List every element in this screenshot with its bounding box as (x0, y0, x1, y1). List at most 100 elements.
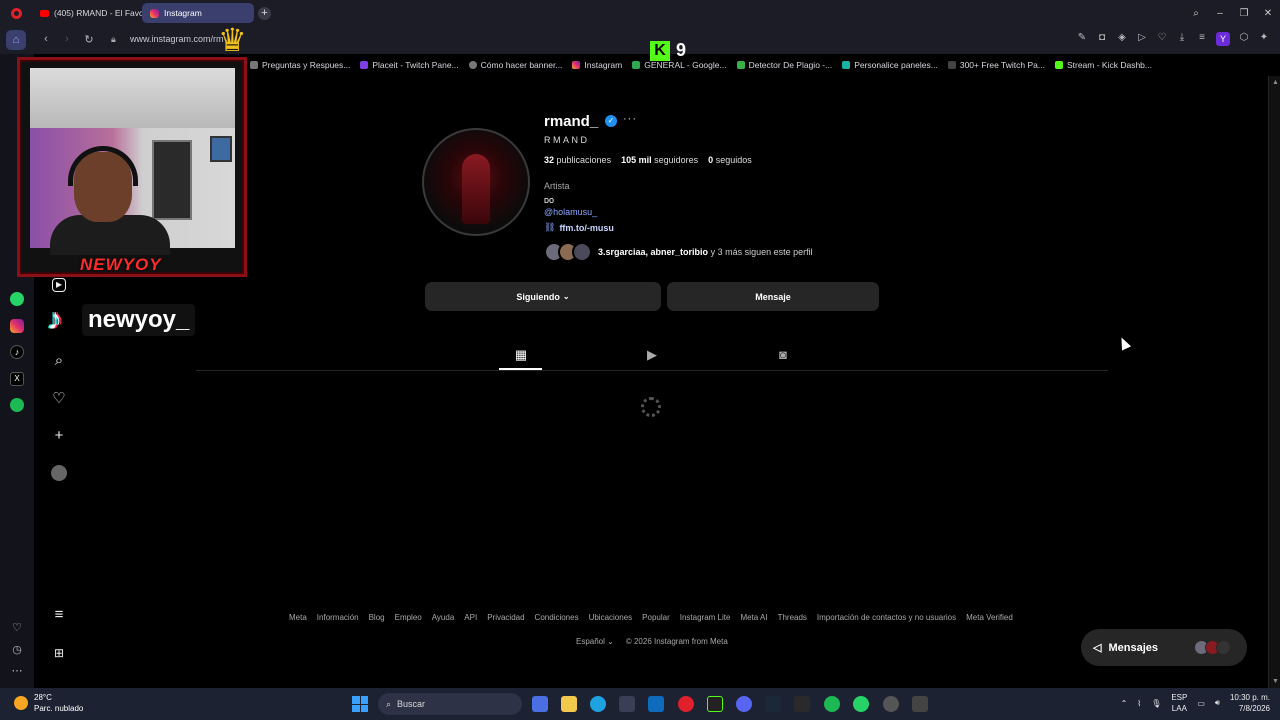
options-icon[interactable]: ··· (623, 113, 637, 125)
reels-icon[interactable]: ▸ (52, 278, 66, 292)
tab-instagram[interactable]: Instagram (142, 3, 254, 23)
url-field[interactable]: www.instagram.com/rm (130, 34, 224, 44)
store-icon[interactable] (619, 696, 635, 712)
tab-reels-icon[interactable]: ▶︎ (642, 345, 662, 365)
epic-games-icon[interactable] (794, 696, 810, 712)
footer-link[interactable]: Ubicaciones (589, 613, 633, 622)
following-button[interactable]: Siguiendo ⌄ (425, 282, 661, 311)
weather-widget[interactable]: 28°C Parc. nublado (14, 692, 83, 714)
footer-link[interactable]: Importación de contactos y no usuarios (817, 613, 956, 622)
network-icon[interactable]: ⌇ (1137, 699, 1141, 708)
display-icon[interactable]: ▭ (1197, 699, 1205, 708)
footer-link[interactable]: API (464, 613, 477, 622)
x-icon[interactable]: X (10, 372, 24, 386)
search-tabs-icon[interactable]: ⌕ (1184, 8, 1208, 19)
create-icon[interactable]: + (50, 427, 68, 445)
file-explorer-icon[interactable] (561, 696, 577, 712)
edit-icon[interactable]: ✎ (1076, 32, 1088, 46)
extensions-icon[interactable]: ⬡ (1238, 32, 1250, 46)
apps-icon[interactable]: ⊞ (50, 644, 68, 662)
ai-icon[interactable]: ✦ (1258, 32, 1270, 46)
profile-avatar[interactable] (422, 128, 530, 236)
windows-start-icon[interactable] (352, 696, 368, 712)
restore-icon[interactable]: ❐ (1232, 8, 1256, 19)
instagram-icon[interactable] (10, 319, 24, 333)
bio-mention-link[interactable]: @holamusu_ (544, 207, 597, 217)
footer-link[interactable]: Condiciones (535, 613, 579, 622)
tab-tagged-icon[interactable]: ◙ (773, 345, 793, 365)
obs-icon[interactable] (883, 696, 899, 712)
notifications-heart-icon[interactable]: ♡ (50, 390, 68, 408)
forward-icon[interactable]: › (60, 33, 74, 45)
followers-stat[interactable]: 105 mil seguidores (621, 155, 698, 165)
language-indicator[interactable]: ESP LAA (1171, 692, 1187, 714)
footer-link[interactable]: Instagram Lite (680, 613, 731, 622)
tab-youtube[interactable]: (405) RMAND - El Favorit (32, 3, 142, 23)
bookmark-item[interactable]: Stream - Kick Dashb... (1054, 60, 1152, 70)
download-icon[interactable]: ⤓ (1176, 32, 1188, 46)
more-icon[interactable]: ⋯ (10, 664, 24, 678)
play-icon[interactable]: ▷ (1136, 32, 1148, 46)
bookmark-item[interactable]: Personalice paneles... (842, 60, 938, 70)
opera-menu-icon[interactable] (0, 0, 32, 26)
steam-icon[interactable] (765, 696, 781, 712)
tiktok-icon[interactable]: ♪ (10, 345, 24, 359)
language-select[interactable]: Español ⌄ (576, 637, 614, 646)
whatsapp-icon[interactable] (853, 696, 869, 712)
camera-icon[interactable]: ◘ (1096, 32, 1108, 46)
discord-icon[interactable] (736, 696, 752, 712)
message-button[interactable]: Mensaje (667, 282, 879, 311)
posts-stat[interactable]: 32 publicaciones (544, 155, 611, 165)
app-icon[interactable] (912, 696, 928, 712)
opera-icon[interactable] (678, 696, 694, 712)
spotify-icon[interactable] (824, 696, 840, 712)
bookmark-item[interactable]: Cómo hacer banner... (468, 60, 562, 70)
heart-icon[interactable]: ♡ (10, 621, 24, 635)
footer-link[interactable]: Ayuda (432, 613, 455, 622)
footer-link[interactable]: Meta (289, 613, 307, 622)
tab-posts-grid-icon[interactable]: ▦ (511, 345, 531, 365)
taskbar-search[interactable]: ⌕ Buscar (378, 693, 522, 715)
bookmark-item[interactable]: GENERAL - Google... (632, 60, 727, 70)
bookmark-item[interactable]: Placeit - Twitch Pane... (360, 60, 459, 70)
search-icon[interactable]: ⌕ (50, 352, 68, 370)
bio-external-link[interactable]: ⛓︎ ffm.to/-musu (544, 222, 614, 233)
menu-icon[interactable]: ≡ (1196, 32, 1208, 46)
microphone-icon[interactable]: 🎙︎ (1151, 699, 1161, 708)
close-icon[interactable]: ✕ (1256, 8, 1280, 19)
minimize-icon[interactable]: – (1208, 8, 1232, 19)
footer-link[interactable]: Threads (778, 613, 807, 622)
scroll-down-icon[interactable]: ▼ (1272, 678, 1279, 685)
footer-link[interactable]: Popular (642, 613, 670, 622)
profile-avatar-icon[interactable] (51, 465, 67, 481)
edge-icon[interactable] (590, 696, 606, 712)
extension-y-icon[interactable]: Y (1216, 32, 1230, 46)
footer-link[interactable]: Información (317, 613, 359, 622)
chevron-up-icon[interactable]: ⌃ (1121, 699, 1128, 708)
reload-icon[interactable]: ↻ (82, 33, 96, 46)
messages-widget[interactable]: ◁ Mensajes (1081, 629, 1247, 666)
spotify-icon[interactable] (10, 398, 24, 412)
new-tab-button[interactable]: + (258, 6, 271, 20)
clock[interactable]: 10:30 p. m. 7/8/2026 (1230, 692, 1270, 714)
footer-link[interactable]: Blog (369, 613, 385, 622)
scroll-up-icon[interactable]: ▲ (1272, 79, 1279, 86)
widgets-app-icon[interactable] (532, 696, 548, 712)
bookmark-item[interactable]: Preguntas y Respues... (250, 60, 350, 70)
scrollbar[interactable]: ▲ ▼ (1268, 76, 1280, 688)
footer-link[interactable]: Meta AI (740, 613, 767, 622)
outlook-icon[interactable] (648, 696, 664, 712)
following-stat[interactable]: 0 seguidos (708, 155, 752, 165)
more-menu-icon[interactable]: ≡ (50, 606, 68, 624)
followed-by[interactable]: 3.srgarciaa, abner_toribio y 3 más sigue… (544, 242, 813, 262)
history-icon[interactable]: ◷ (10, 643, 24, 657)
footer-link[interactable]: Meta Verified (966, 613, 1013, 622)
bookmark-item[interactable]: 300+ Free Twitch Pa... (947, 60, 1045, 70)
back-icon[interactable]: ‹ (39, 33, 53, 45)
footer-link[interactable]: Privacidad (487, 613, 524, 622)
shield-icon[interactable]: ◈ (1116, 32, 1128, 46)
home-icon[interactable]: ⌂ (6, 30, 26, 50)
bookmark-item[interactable]: Detector De Plagio -... (736, 60, 832, 70)
whatsapp-icon[interactable] (10, 292, 24, 306)
footer-link[interactable]: Empleo (395, 613, 422, 622)
